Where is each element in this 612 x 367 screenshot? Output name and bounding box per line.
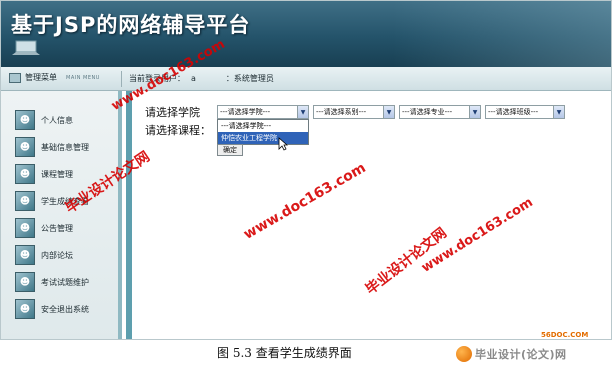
college-select-value: ---请选择学院---: [220, 108, 271, 116]
login-role: ：系统管理员: [225, 74, 274, 83]
top-nav-bar: 管理菜单 MAIN MENU 当前登录用户： a ：系统管理员: [1, 67, 611, 91]
sidebar: ☻ 个人信息 ☻ 基础信息管理 ☻ 课程管理 ☻ 学生成绩查看 ☻ 公告管理 ☻…: [1, 91, 122, 339]
major-select-value: ---请选择专业---: [402, 108, 453, 116]
major-select[interactable]: ---请选择专业--- ▼: [399, 105, 481, 119]
sidebar-item-base-info[interactable]: ☻ 基础信息管理: [15, 136, 89, 158]
sidebar-item-label: 个人信息: [41, 115, 73, 125]
sidebar-item-exam[interactable]: ☻ 考试试题维护: [15, 271, 89, 293]
college-select[interactable]: ---请选择学院--- ▼: [217, 105, 309, 119]
main-border-strip: [126, 91, 132, 339]
forum-icon: ☻: [15, 245, 35, 265]
notice-icon: ☻: [15, 218, 35, 238]
caption-row: 图 5.3 查看学生成绩界面 毕业设计(论文)网 56DOC.COM: [0, 331, 612, 367]
college-label: 请选择学院: [145, 106, 200, 119]
sidebar-item-label: 内部论坛: [41, 250, 73, 260]
sidebar-item-label: 公告管理: [41, 223, 73, 233]
dropdown-option[interactable]: ---请选择学院---: [218, 120, 308, 132]
screenshot-frame: 基于JSP的网络辅导平台 管理菜单 MAIN MENU 当前登录用户： a ：系统管…: [0, 0, 612, 340]
laptop-icon: [12, 40, 40, 55]
user-info-icon: ☻: [15, 110, 35, 130]
chevron-down-icon: ▼: [297, 106, 308, 118]
sidebar-item-forum[interactable]: ☻ 内部论坛: [15, 244, 73, 266]
logo-text: 毕业设计(论文)网: [475, 348, 567, 361]
class-select-value: ---请选择班级---: [488, 108, 539, 116]
menu-label: 管理菜单: [25, 73, 57, 82]
chevron-down-icon: ▼: [383, 106, 394, 118]
logo-mark-icon: [456, 346, 472, 362]
logout-icon: ☻: [15, 299, 35, 319]
department-select-value: ---请选择系别---: [316, 108, 367, 116]
figure-caption: 图 5.3 查看学生成绩界面: [217, 346, 352, 360]
college-dropdown-list[interactable]: ---请选择学院--- 仲恺农业工程学院: [217, 119, 309, 145]
sidebar-item-label: 安全退出系统: [41, 304, 89, 314]
grades-icon: ☻: [15, 191, 35, 211]
sidebar-item-course[interactable]: ☻ 课程管理: [15, 163, 73, 185]
dropdown-option-highlighted[interactable]: 仲恺农业工程学院: [218, 132, 308, 144]
course-label: 请选择课程：: [145, 124, 211, 137]
site-logo: 毕业设计(论文)网: [456, 343, 567, 365]
course-icon: ☻: [15, 164, 35, 184]
banner-decoration: [393, 1, 611, 67]
login-user: a: [191, 74, 196, 83]
sidebar-item-personal-info[interactable]: ☻ 个人信息: [15, 109, 73, 131]
sidebar-item-notice[interactable]: ☻ 公告管理: [15, 217, 73, 239]
menu-icon: [9, 72, 21, 83]
base-info-icon: ☻: [15, 137, 35, 157]
confirm-button[interactable]: 确定: [217, 144, 243, 156]
sidebar-item-label: 考试试题维护: [41, 277, 89, 287]
sidebar-item-logout[interactable]: ☻ 安全退出系统: [15, 298, 89, 320]
department-select[interactable]: ---请选择系别--- ▼: [313, 105, 395, 119]
app-title: 基于JSP的网络辅导平台: [11, 13, 251, 37]
sidebar-item-label: 课程管理: [41, 169, 73, 179]
class-select[interactable]: ---请选择班级--- ▼: [485, 105, 565, 119]
exam-icon: ☻: [15, 272, 35, 292]
site-watermark: 56DOC.COM: [541, 331, 589, 339]
nav-divider: [121, 71, 122, 87]
mouse-cursor-icon: [278, 137, 288, 151]
menu-en-label: MAIN MENU: [66, 74, 100, 81]
chevron-down-icon: ▼: [469, 106, 480, 118]
menu-title: 管理菜单 MAIN MENU: [9, 72, 100, 83]
header-banner: 基于JSP的网络辅导平台: [1, 1, 611, 67]
chevron-down-icon: ▼: [553, 106, 564, 118]
sidebar-item-label: 基础信息管理: [41, 142, 89, 152]
